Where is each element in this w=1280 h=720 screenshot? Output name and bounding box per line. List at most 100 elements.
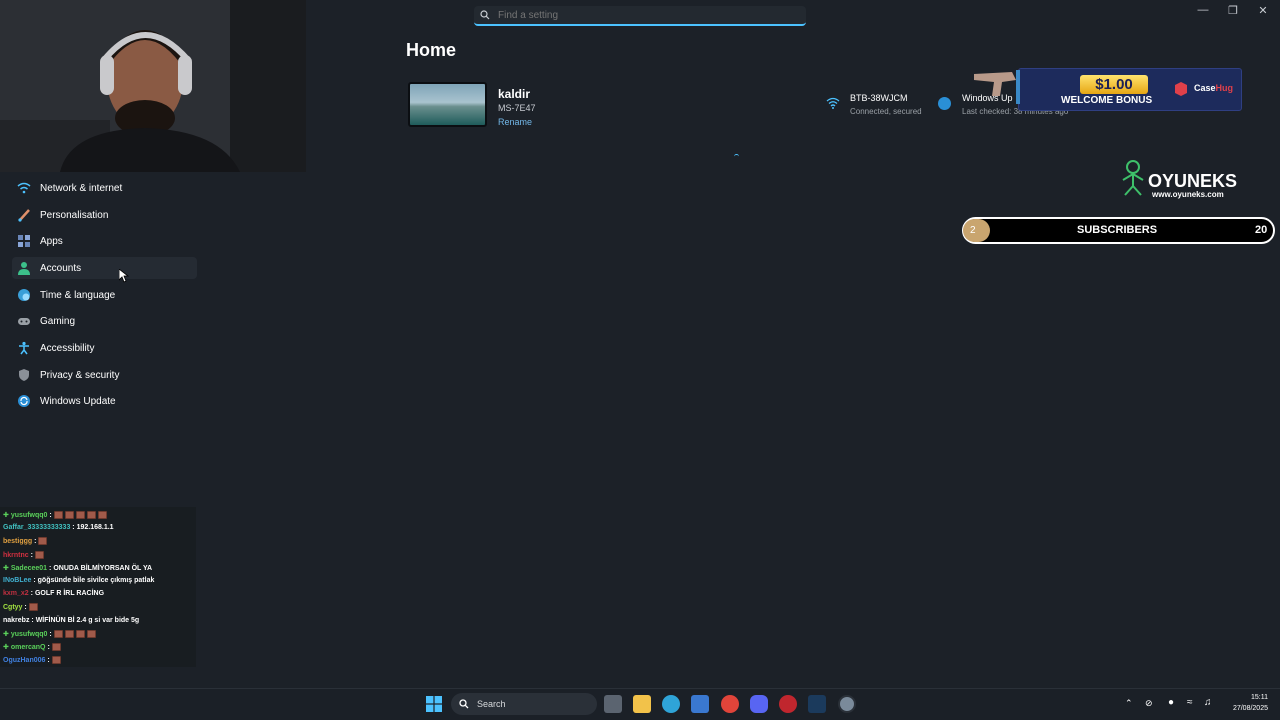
chat-message: ✚ Sadecee01 : ONUDA BİLMİYORSAN ÖL YA bbox=[3, 564, 152, 572]
task-view-icon[interactable] bbox=[604, 695, 622, 713]
chat-username[interactable]: Gaffar_33333333333 bbox=[3, 524, 70, 531]
stream-chat: ✚ yusufwqq0 : Gaffar_33333333333 : 192.16… bbox=[0, 507, 196, 667]
device-name: kaldir bbox=[498, 87, 531, 101]
page-title: Home bbox=[406, 40, 457, 60]
subscriber-badge-icon: ✚ bbox=[3, 630, 9, 638]
sidebar-item-label: Time & language bbox=[40, 289, 116, 301]
sidebar-item-time-language[interactable]: Time & language bbox=[12, 284, 197, 306]
minimize-button[interactable]: — bbox=[1188, 4, 1218, 16]
chat-emote-icon bbox=[64, 511, 74, 520]
network-status: Connected, secured bbox=[850, 107, 922, 116]
device-wallpaper-thumbnail bbox=[408, 82, 487, 127]
sidebar-item-privacy-security[interactable]: Privacy & security bbox=[12, 364, 197, 386]
chat-username[interactable]: hkrntnc bbox=[3, 551, 29, 558]
taskbar-search[interactable]: Search bbox=[451, 693, 597, 715]
start-button[interactable] bbox=[426, 696, 442, 712]
sidebar-item-label: Accounts bbox=[40, 262, 82, 274]
chat-username[interactable]: kxm_x2 bbox=[3, 590, 29, 597]
chat-separator: : bbox=[22, 604, 29, 612]
chat-username[interactable]: yusufwqq0 bbox=[11, 631, 48, 638]
chat-username[interactable]: Cgtyy bbox=[3, 604, 22, 611]
chat-separator: : bbox=[45, 657, 52, 665]
taskbar-time[interactable]: 15:11 bbox=[1224, 694, 1268, 701]
brand-url: www.oyuneks.com bbox=[1152, 190, 1224, 199]
taskbar-search-label: Search bbox=[477, 699, 506, 709]
subscriber-badge-icon: ✚ bbox=[3, 564, 9, 572]
sidebar-item-label: Privacy & security bbox=[40, 369, 120, 381]
settings-icon[interactable] bbox=[838, 695, 856, 713]
taskbar-date[interactable]: 27/08/2025 bbox=[1224, 705, 1268, 712]
apps-icon bbox=[18, 235, 30, 247]
chat-separator: : bbox=[45, 644, 52, 651]
chat-text: ONUDA BİLMİYORSAN ÖL YA bbox=[53, 564, 153, 572]
search-icon bbox=[480, 10, 490, 20]
sidebar-item-network[interactable]: Network & internet bbox=[12, 177, 197, 199]
shield-icon bbox=[19, 369, 29, 381]
chat-username[interactable]: omercanQ bbox=[11, 644, 46, 651]
chat-username[interactable]: INoBLee bbox=[3, 577, 31, 584]
knife-gun-icon bbox=[974, 70, 1020, 104]
wifi-icon bbox=[826, 97, 840, 109]
chat-emote-icon bbox=[64, 629, 74, 638]
update-icon bbox=[938, 97, 951, 110]
chat-emote-icon bbox=[38, 537, 48, 546]
chrome-icon[interactable] bbox=[721, 695, 739, 713]
person-icon bbox=[18, 262, 30, 275]
store-icon[interactable] bbox=[691, 695, 709, 713]
subscriber-badge-icon: ✚ bbox=[3, 644, 9, 651]
chat-message: OguzHan006 : bbox=[3, 656, 63, 665]
gamepad-icon bbox=[18, 318, 30, 325]
chat-message: INoBLee : göğsünde bile sivilce çıkmış p… bbox=[3, 577, 154, 584]
steam-icon[interactable] bbox=[808, 695, 826, 713]
sidebar-item-label: Windows Update bbox=[40, 395, 116, 407]
chat-emote-icon bbox=[75, 511, 85, 520]
sidebar-item-label: Apps bbox=[40, 235, 63, 247]
edge-icon[interactable] bbox=[662, 695, 680, 713]
chat-text: göğsünde bile sivilce çıkmış patlak bbox=[37, 577, 155, 584]
sidebar-item-accessibility[interactable]: Accessibility bbox=[12, 337, 197, 359]
mouse-cursor-icon bbox=[119, 269, 129, 283]
sidebar-item-label: Gaming bbox=[40, 315, 76, 327]
chat-emote-icon bbox=[86, 511, 96, 520]
loading-spinner bbox=[734, 154, 739, 159]
file-explorer-icon[interactable] bbox=[633, 695, 651, 713]
casehug-logo-icon bbox=[1175, 82, 1187, 96]
chat-username[interactable]: nakrebz bbox=[3, 617, 29, 624]
oyuneks-logo-icon bbox=[1122, 160, 1144, 196]
chat-message: Cgtyy : bbox=[3, 603, 40, 612]
chat-message: nakrebz : WİFİNÜN Bİ 2.4 g si var bide 5… bbox=[3, 617, 139, 624]
device-model: MS-7E47 bbox=[498, 103, 536, 113]
chat-username[interactable]: Sadecee01 bbox=[11, 565, 47, 572]
ad-brand: CaseHug bbox=[1194, 83, 1233, 93]
volume-icon[interactable]: ♫ bbox=[1204, 697, 1212, 708]
subscriber-badge-icon: ✚ bbox=[3, 512, 9, 519]
chat-message: kxm_x2 : GOLF R İRL RACİNG bbox=[3, 590, 104, 597]
network-off-icon[interactable]: ⊘ bbox=[1145, 698, 1153, 709]
sidebar-item-accounts[interactable]: Accounts bbox=[12, 257, 197, 279]
globe-clock-icon bbox=[18, 289, 30, 301]
sidebar-item-label: Network & internet bbox=[40, 182, 123, 194]
chat-username[interactable]: yusufwqq0 bbox=[11, 512, 48, 519]
chat-username[interactable]: OguzHan006 bbox=[3, 657, 45, 664]
sidebar-item-apps[interactable]: Apps bbox=[12, 230, 197, 252]
search-input[interactable] bbox=[498, 9, 788, 21]
restore-button[interactable]: ❐ bbox=[1218, 4, 1248, 17]
ad-bonus-text: WELCOME BONUS bbox=[1061, 95, 1153, 106]
sidebar-item-personalisation[interactable]: Personalisation bbox=[12, 204, 197, 226]
opera-icon[interactable] bbox=[779, 695, 797, 713]
chat-emote-icon bbox=[97, 511, 107, 520]
rename-link[interactable]: Rename bbox=[498, 117, 532, 127]
chat-emote-icon bbox=[51, 656, 61, 665]
chat-username[interactable]: bestiggg bbox=[3, 538, 32, 545]
sidebar-item-windows-update[interactable]: Windows Update bbox=[12, 390, 197, 412]
settings-search-box[interactable] bbox=[474, 6, 806, 26]
network-name[interactable]: BTB-38WJCM bbox=[850, 93, 908, 103]
discord-icon[interactable] bbox=[750, 695, 768, 713]
subscriber-goal: 20 bbox=[1255, 224, 1268, 236]
wifi-tray-icon[interactable]: ≈ bbox=[1187, 697, 1193, 708]
chat-emote-icon bbox=[28, 603, 38, 612]
chevron-up-icon[interactable]: ⌃ bbox=[1125, 698, 1133, 709]
close-button[interactable]: ✕ bbox=[1248, 4, 1278, 17]
microphone-icon[interactable]: ● bbox=[1168, 697, 1174, 708]
sidebar-item-gaming[interactable]: Gaming bbox=[12, 310, 197, 332]
